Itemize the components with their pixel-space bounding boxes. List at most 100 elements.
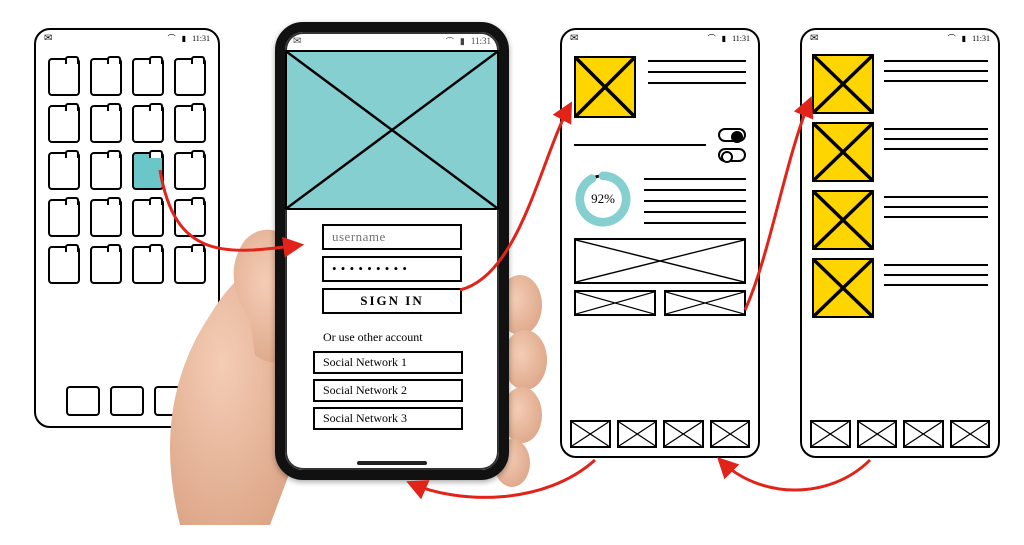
wifi-icon <box>708 33 716 44</box>
status-bar: ▮ 11:31 <box>36 30 218 46</box>
mail-icon <box>570 33 578 44</box>
text-line <box>644 189 746 191</box>
text-line <box>884 60 988 62</box>
app-icon[interactable] <box>174 58 206 96</box>
text-line <box>644 200 746 202</box>
text-line <box>884 264 988 266</box>
wifi-icon <box>948 33 956 44</box>
wifi-icon <box>168 33 176 44</box>
heading-text-lines <box>648 56 746 118</box>
app-icon[interactable] <box>48 58 80 96</box>
item-text-lines <box>884 190 988 218</box>
tab-item[interactable] <box>663 420 704 448</box>
app-icon[interactable] <box>90 105 122 143</box>
dock-icon[interactable] <box>154 386 188 416</box>
app-icon[interactable] <box>132 105 164 143</box>
wifi-icon <box>446 36 454 47</box>
app-icon[interactable] <box>174 246 206 284</box>
dock-icon[interactable] <box>66 386 100 416</box>
app-icon[interactable] <box>132 246 164 284</box>
app-icon[interactable] <box>174 152 206 190</box>
item-text-lines <box>884 258 988 286</box>
progress-label: 92% <box>574 170 632 228</box>
app-icon[interactable] <box>48 246 80 284</box>
tab-item[interactable] <box>710 420 751 448</box>
text-line <box>648 82 746 84</box>
text-line <box>648 60 746 62</box>
app-icon[interactable] <box>174 199 206 237</box>
app-grid <box>36 46 218 284</box>
tab-item[interactable] <box>950 420 991 448</box>
or-use-other-label: Or use other account <box>323 330 423 345</box>
text-line <box>648 71 746 73</box>
app-icon[interactable] <box>90 152 122 190</box>
list-item[interactable] <box>812 122 988 182</box>
social-login-button[interactable]: Social Network 2 <box>313 379 463 402</box>
signal-icon: ▮ <box>962 34 966 43</box>
wireframe-screen-list: ▮ 11:31 <box>800 28 1000 458</box>
app-icon[interactable] <box>174 105 206 143</box>
password-input[interactable]: • • • • • • • • • <box>322 256 462 282</box>
app-icon[interactable] <box>90 199 122 237</box>
social-login-button[interactable]: Social Network 3 <box>313 407 463 430</box>
home-indicator[interactable] <box>357 461 427 465</box>
list-item[interactable] <box>812 190 988 250</box>
status-time: 11:31 <box>972 34 990 43</box>
wireframe-screen-dashboard: ▮ 11:31 92% <box>560 28 760 458</box>
status-time: 11:31 <box>732 34 750 43</box>
text-line <box>884 284 988 286</box>
mail-icon <box>810 33 818 44</box>
text-line <box>884 128 988 130</box>
body-text-lines <box>644 174 746 224</box>
dock <box>36 386 218 416</box>
tab-item[interactable] <box>570 420 611 448</box>
tab-item[interactable] <box>857 420 898 448</box>
status-bar: ▮ 11:31 <box>802 30 998 46</box>
wireframe-screen-signin: ▮ 11:31 • • • • • • • • • SIGN IN Or use… <box>275 22 509 480</box>
toggle-1[interactable] <box>718 128 746 142</box>
mail-icon <box>293 36 301 47</box>
text-line <box>884 196 988 198</box>
app-icon[interactable] <box>48 105 80 143</box>
thumbnail-placeholder[interactable] <box>574 56 636 118</box>
tab-bar <box>810 420 990 448</box>
signal-icon: ▮ <box>460 36 465 47</box>
social-login-button[interactable]: Social Network 1 <box>313 351 463 374</box>
progress-ring: 92% <box>574 170 632 228</box>
mail-icon <box>44 33 52 44</box>
thumbnail-placeholder <box>812 54 874 114</box>
signin-form: • • • • • • • • • SIGN IN Or use other a… <box>285 210 499 435</box>
app-icon[interactable] <box>132 199 164 237</box>
text-line <box>644 211 746 213</box>
app-icon[interactable] <box>132 152 164 190</box>
text-line <box>644 222 746 224</box>
hero-image-placeholder <box>285 50 499 210</box>
username-input[interactable] <box>322 224 462 250</box>
wireframe-screen-home: ▮ 11:31 <box>34 28 220 428</box>
toggle-2[interactable] <box>718 148 746 162</box>
app-icon[interactable] <box>48 152 80 190</box>
tab-item[interactable] <box>810 420 851 448</box>
status-time: 11:31 <box>192 34 210 43</box>
text-line <box>884 80 988 82</box>
signal-icon: ▮ <box>182 34 186 43</box>
item-text-lines <box>884 54 988 82</box>
thumbnail-placeholder <box>812 190 874 250</box>
app-icon[interactable] <box>90 246 122 284</box>
app-icon[interactable] <box>90 58 122 96</box>
signin-button[interactable]: SIGN IN <box>322 288 462 314</box>
app-icon[interactable] <box>132 58 164 96</box>
status-time: 11:31 <box>471 36 491 46</box>
list-item[interactable] <box>812 54 988 114</box>
tab-item[interactable] <box>617 420 658 448</box>
thumbnail-placeholder <box>812 258 874 318</box>
tab-item[interactable] <box>903 420 944 448</box>
status-bar: ▮ 11:31 <box>285 32 499 50</box>
text-line <box>884 274 988 276</box>
list-item[interactable] <box>812 258 988 318</box>
small-placeholder <box>574 290 656 316</box>
text-line <box>884 216 988 218</box>
app-icon[interactable] <box>48 199 80 237</box>
dock-icon[interactable] <box>110 386 144 416</box>
text-line <box>884 206 988 208</box>
